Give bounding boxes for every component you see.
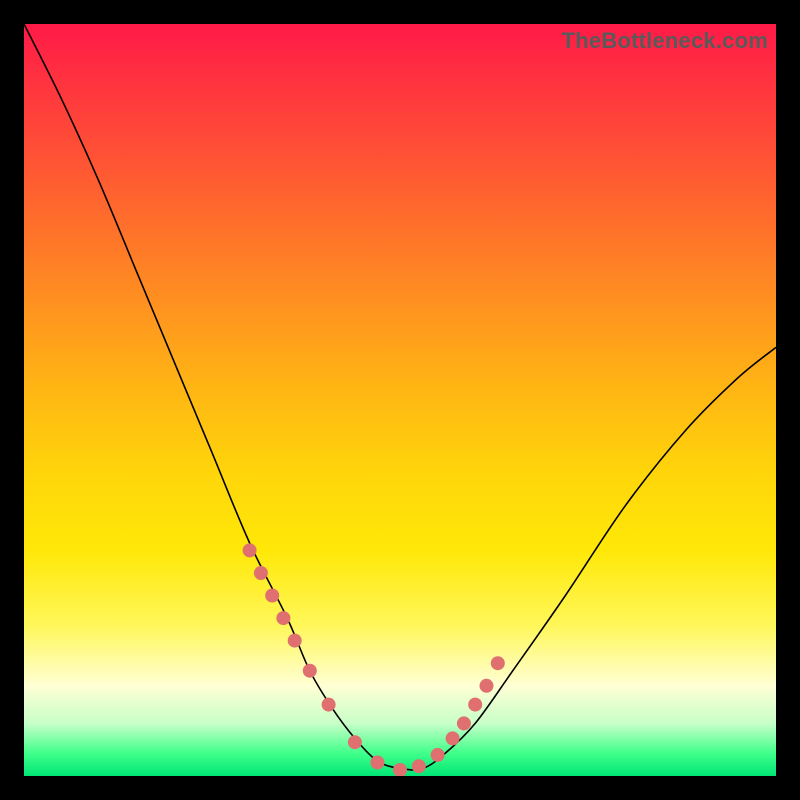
curve-marker [348,735,362,749]
bottleneck-chart [24,24,776,776]
curve-marker [303,664,317,678]
curve-marker [288,634,302,648]
curve-marker [276,611,290,625]
curve-marker [322,698,336,712]
curve-marker [243,543,257,557]
curve-marker [393,763,407,776]
watermark-text: TheBottleneck.com [562,28,768,54]
plot-area: TheBottleneck.com [24,24,776,776]
curve-marker [491,656,505,670]
curve-marker [468,698,482,712]
curve-marker [254,566,268,580]
curve-marker [412,759,426,773]
curve-marker [370,756,384,770]
curve-marker [431,748,445,762]
curve-marker [265,589,279,603]
curve-marker [457,716,471,730]
marker-group [243,543,505,776]
bottleneck-curve-path [24,24,776,770]
curve-marker [446,731,460,745]
curve-marker [480,679,494,693]
